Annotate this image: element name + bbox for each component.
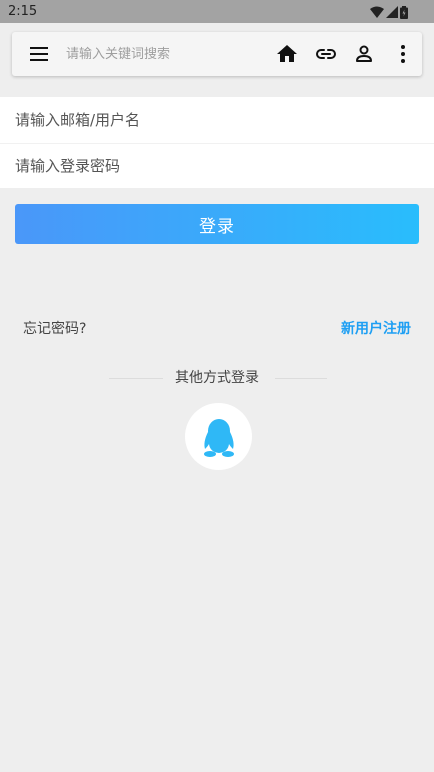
qq-login-button[interactable]	[185, 403, 252, 470]
status-time: 2:15	[8, 4, 38, 19]
person-icon[interactable]	[352, 42, 376, 66]
status-bar: 2:15	[0, 0, 434, 23]
register-link[interactable]: 新用户注册	[341, 318, 411, 338]
wifi-icon	[370, 6, 384, 18]
search-input[interactable]	[66, 41, 266, 67]
link-icon[interactable]	[314, 42, 338, 66]
login-button[interactable]: 登录	[15, 204, 419, 244]
battery-icon	[400, 5, 408, 19]
home-icon[interactable]	[275, 42, 299, 66]
forgot-password-link[interactable]: 忘记密码?	[23, 318, 86, 338]
status-icons	[370, 4, 408, 20]
other-login-label: 其他方式登录	[175, 370, 259, 386]
top-app-bar	[0, 23, 434, 86]
divider-line-right	[275, 378, 327, 379]
menu-icon[interactable]	[27, 44, 51, 64]
more-vert-icon[interactable]	[391, 42, 415, 66]
search-bar	[12, 32, 422, 76]
cell-signal-icon	[386, 6, 398, 18]
login-form	[0, 97, 434, 188]
username-field-row	[0, 97, 434, 142]
password-field-row	[0, 143, 434, 188]
username-field[interactable]	[0, 97, 434, 142]
password-field[interactable]	[0, 143, 434, 188]
qq-penguin-icon	[203, 418, 234, 457]
